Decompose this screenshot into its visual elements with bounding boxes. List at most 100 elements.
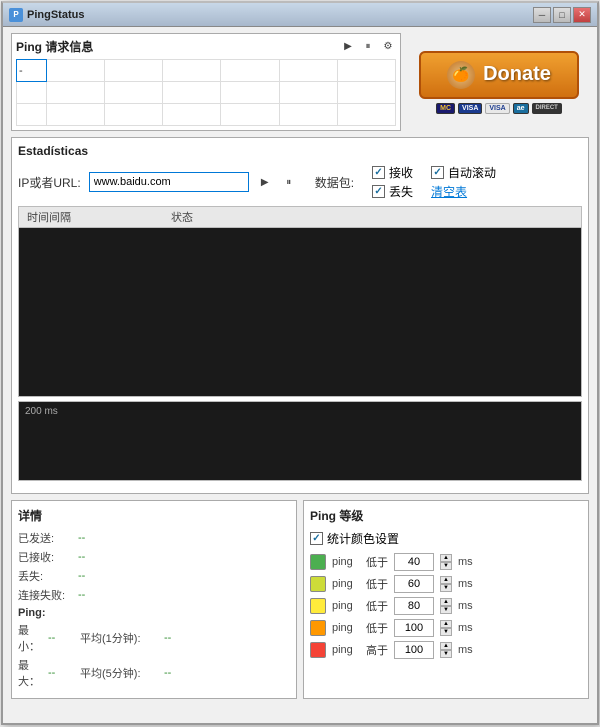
recv-checkbox[interactable] (372, 166, 385, 179)
avg1-value: -- (164, 632, 171, 644)
ping-cell-18 (221, 104, 279, 126)
stats-color-checkbox[interactable] (310, 532, 323, 545)
ping-level-spinner-4: ▲ ▼ (440, 642, 452, 658)
spin-down-1[interactable]: ▼ (440, 584, 452, 592)
ping-level-ms-3: ms (458, 622, 473, 634)
ping-cell-20 (337, 104, 395, 126)
title-bar: P PingStatus ─ □ ✕ (3, 3, 597, 27)
recv-checkbox-row: 接收 (372, 164, 413, 181)
settings-button[interactable]: ⚙ (380, 39, 396, 55)
ping-levels-box: Ping 等级 统计颜色设置 ping 低于 ▲ ▼ ms ping 低于 ▲ … (303, 500, 589, 699)
ping-level-input-2[interactable] (394, 597, 434, 615)
loss-label: 丢失: (18, 568, 78, 584)
ping-level-label-3: 低于 (366, 620, 388, 636)
minimize-button[interactable]: ─ (533, 7, 551, 23)
ping-level-label-4: 高于 (366, 642, 388, 658)
spin-down-3[interactable]: ▼ (440, 628, 452, 636)
ping-level-label-0: 低于 (366, 554, 388, 570)
ping-info-title: Ping 请求信息 (16, 38, 93, 55)
stats-pause-button[interactable]: ⏸ (281, 174, 297, 190)
close-button[interactable]: ✕ (573, 7, 591, 23)
pause-button[interactable]: ⏸ (360, 39, 376, 55)
url-input[interactable] (89, 172, 249, 192)
ping-cell-11 (221, 82, 279, 104)
direct-icon: DIRECT (532, 103, 562, 114)
ping-level-ping-label-3: ping (332, 622, 360, 634)
ping-info-controls: ▶ ⏸ ⚙ (340, 39, 396, 55)
ping-level-input-1[interactable] (394, 575, 434, 593)
col-status: 状态 (171, 209, 193, 225)
conn-fail-value: -- (78, 589, 108, 601)
ping-cell-3 (163, 60, 221, 82)
max-value: -- (48, 667, 68, 679)
stats-play-button[interactable]: ▶ (257, 174, 273, 190)
donate-label: Donate (483, 63, 551, 86)
main-window: P PingStatus ─ □ ✕ Ping 请求信息 ▶ ⏸ ⚙ (1, 1, 599, 725)
col-time: 时间间隔 (27, 209, 71, 225)
app-icon: P (9, 8, 23, 22)
ping-level-input-3[interactable] (394, 619, 434, 637)
recv-row: 已接收: -- (18, 549, 290, 565)
min-value: -- (48, 632, 68, 644)
details-box: 详情 已发送: -- 已接收: -- 丢失: -- 连接失败: -- Pin (11, 500, 297, 699)
ping-level-row: ping 低于 ▲ ▼ ms (310, 575, 582, 593)
stats-controls: IP或者URL: ▶ ⏸ 数据包: 接收 丢失 (18, 164, 582, 200)
ping-level-ping-label-2: ping (332, 600, 360, 612)
auto-scroll-group: 自动滚动 清空表 (431, 164, 496, 200)
spin-down-2[interactable]: ▼ (440, 606, 452, 614)
spin-up-2[interactable]: ▲ (440, 598, 452, 606)
donate-button[interactable]: 🍊 Donate (419, 51, 579, 99)
ping-cell-12 (279, 82, 337, 104)
play-button[interactable]: ▶ (340, 39, 356, 55)
ping-level-ms-0: ms (458, 556, 473, 568)
table-row (17, 82, 396, 104)
title-buttons: ─ □ ✕ (533, 7, 591, 23)
ping-cell-14 (17, 104, 47, 126)
title-bar-left: P PingStatus (9, 8, 84, 22)
stats-color-label: 统计颜色设置 (327, 530, 399, 547)
ping-level-input-4[interactable] (394, 641, 434, 659)
conn-fail-label: 连接失败: (18, 587, 78, 603)
recv-label: 接收 (389, 164, 413, 181)
ping-level-color-3 (310, 620, 326, 636)
spin-up-1[interactable]: ▲ (440, 576, 452, 584)
min-label: 最小： (18, 622, 44, 654)
ping-info-header: Ping 请求信息 ▶ ⏸ ⚙ (16, 38, 396, 55)
maximize-button[interactable]: □ (553, 7, 571, 23)
ping-cell-15 (47, 104, 105, 126)
ping-cell-13 (337, 82, 395, 104)
spin-up-4[interactable]: ▲ (440, 642, 452, 650)
donate-icon: 🍊 (447, 61, 475, 89)
spin-down-0[interactable]: ▼ (440, 562, 452, 570)
ping-cell-16 (105, 104, 163, 126)
stats-title: Estadísticas (18, 144, 582, 158)
auto-scroll-label: 自动滚动 (448, 164, 496, 181)
ping-cell-9 (105, 82, 163, 104)
ping-cell-6 (337, 60, 395, 82)
spin-down-4[interactable]: ▼ (440, 650, 452, 658)
min-row: 最小： -- 平均(1分钟): -- (18, 622, 290, 654)
visa-icon: VISA (458, 103, 482, 114)
ping-level-spinner-1: ▲ ▼ (440, 576, 452, 592)
ping-level-input-0[interactable] (394, 553, 434, 571)
recv-label: 已接收: (18, 549, 78, 565)
auto-scroll-checkbox[interactable] (431, 166, 444, 179)
ping-level-row: ping 高于 ▲ ▼ ms (310, 641, 582, 659)
ping-level-spinner-2: ▲ ▼ (440, 598, 452, 614)
loss-checkbox[interactable] (372, 185, 385, 198)
clear-link[interactable]: 清空表 (431, 183, 467, 200)
auto-scroll-row: 自动滚动 (431, 164, 496, 181)
ping-cell-8 (47, 82, 105, 104)
ping-cell-5 (279, 60, 337, 82)
ping-level-ping-label-0: ping (332, 556, 360, 568)
ping-levels-title: Ping 等级 (310, 507, 582, 524)
chart-area: 200 ms (18, 401, 582, 481)
ping-cell-7 (17, 82, 47, 104)
spin-up-3[interactable]: ▲ (440, 620, 452, 628)
recv-value: -- (78, 551, 108, 563)
visa2-icon: VISA (485, 103, 509, 114)
checkbox-group: 接收 丢失 (372, 164, 413, 200)
ping-level-color-0 (310, 554, 326, 570)
spin-up-0[interactable]: ▲ (440, 554, 452, 562)
stats-section: Estadísticas IP或者URL: ▶ ⏸ 数据包: 接收 丢失 (11, 137, 589, 494)
